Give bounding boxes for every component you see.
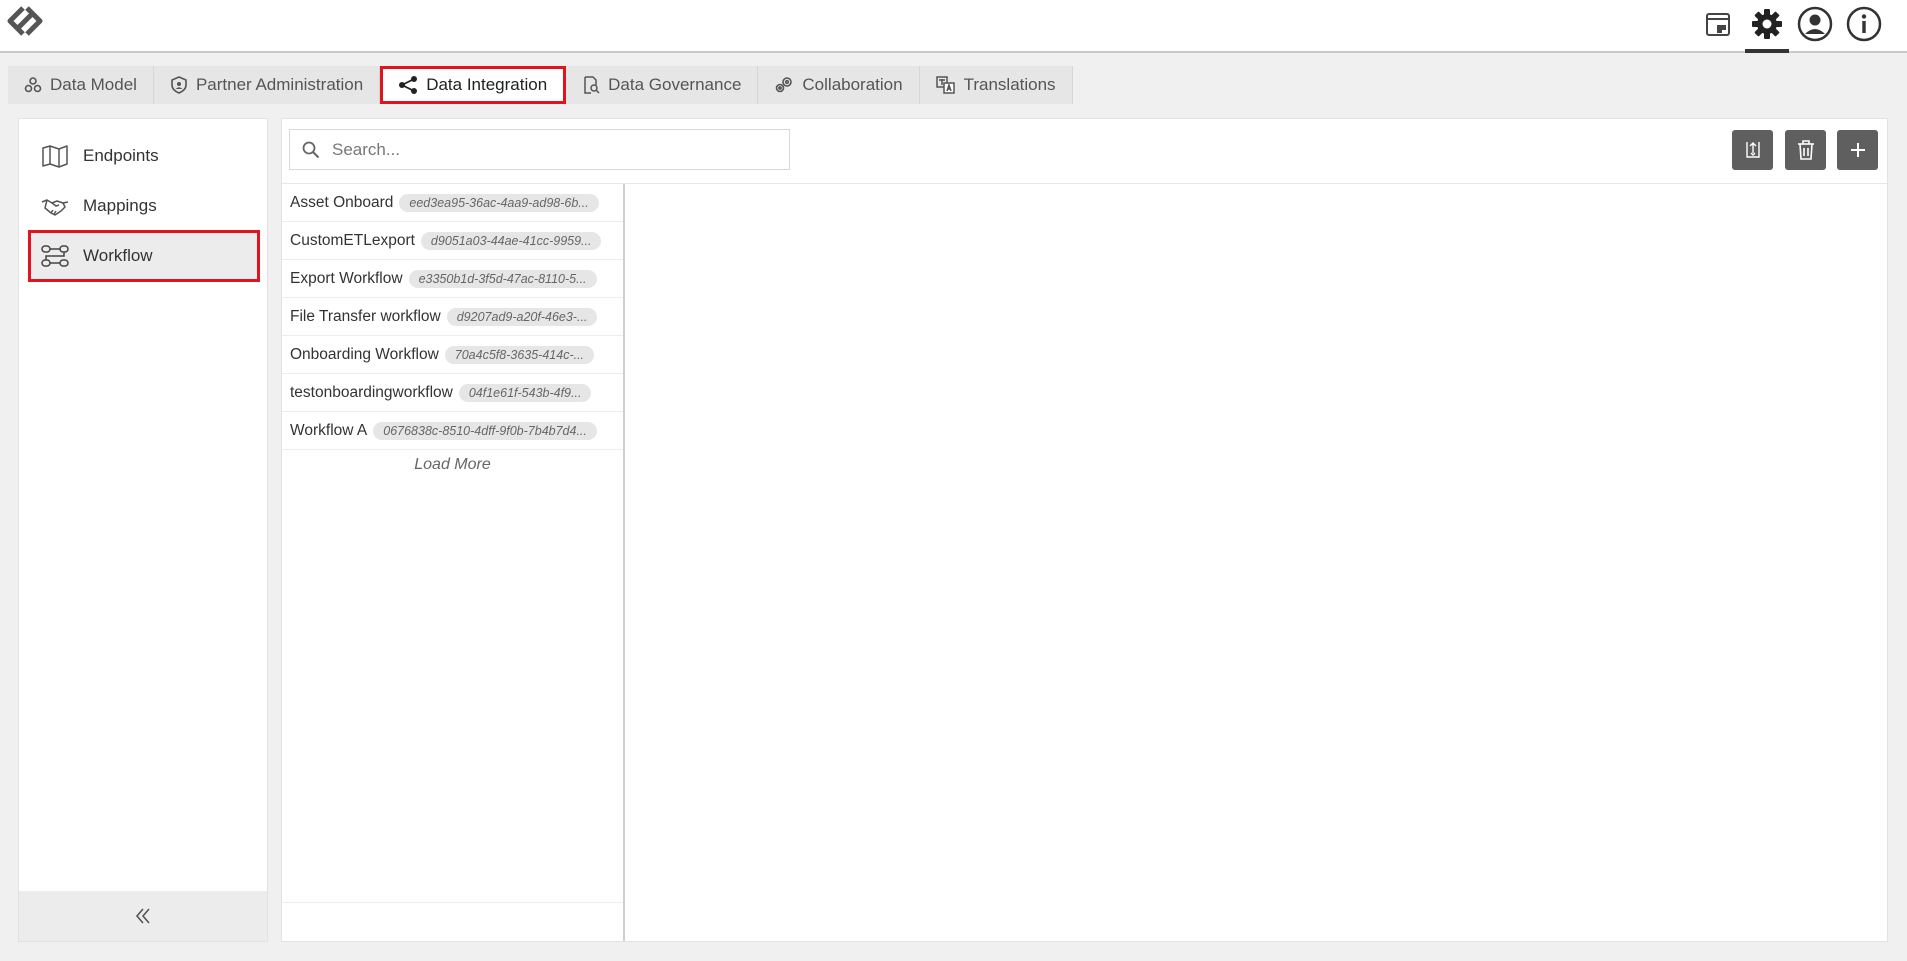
tab-label: Data Model <box>50 75 137 94</box>
sidebar-item-label: Endpoints <box>83 146 159 165</box>
tab-label: Data Governance <box>608 75 742 94</box>
list-item[interactable]: Asset Onboard eed3ea95-36ac-4aa9-ad98-6b… <box>282 184 623 222</box>
app-logo[interactable] <box>2 3 48 41</box>
tab-label: Data Integration <box>426 75 548 94</box>
trash-icon <box>1797 140 1814 160</box>
document-search-icon <box>584 76 600 94</box>
workflow-name: Workflow A <box>290 421 368 439</box>
search-box <box>289 129 790 170</box>
workflow-icon <box>41 245 69 267</box>
workflow-name: File Transfer workflow <box>290 307 441 325</box>
list-item[interactable]: File Transfer workflow d9207ad9-a20f-46e… <box>282 298 623 336</box>
search-input[interactable] <box>332 139 772 160</box>
workflow-id-badge: 70a4c5f8-3635-414c-... <box>444 345 595 364</box>
search-icon <box>302 141 320 158</box>
workflow-id-badge: eed3ea95-36ac-4aa9-ad98-6b... <box>399 193 599 212</box>
sidebar-item-label: Mappings <box>83 196 157 215</box>
list-item[interactable]: Export Workflow e3350b1d-3f5d-47ac-8110-… <box>282 260 623 298</box>
tab-label: Collaboration <box>802 75 903 94</box>
settings-gear-icon[interactable] <box>1745 4 1789 53</box>
tab-data-integration[interactable]: Data Integration <box>380 66 567 104</box>
tab-data-model[interactable]: Data Model <box>8 66 154 104</box>
tab-label: Translations <box>963 75 1056 94</box>
list-item[interactable]: Workflow A 0676838c-8510-4dff-9f0b-7b4b7… <box>282 412 623 450</box>
workflow-id-badge: e3350b1d-3f5d-47ac-8110-5... <box>408 269 597 288</box>
list-item[interactable]: CustomETLexport d9051a03-44ae-41cc-9959.… <box>282 222 623 260</box>
list-footer-divider <box>282 902 623 903</box>
tab-partner-administration[interactable]: Partner Administration <box>154 66 381 104</box>
workflow-name: Onboarding Workflow <box>290 345 439 363</box>
info-icon[interactable] <box>1844 4 1884 44</box>
sync-icon <box>1745 142 1760 158</box>
list-item[interactable]: Onboarding Workflow 70a4c5f8-3635-414c-.… <box>282 336 623 374</box>
sidebar: Endpoints Mappings Workflow <box>18 118 268 942</box>
workflow-id-badge: 0676838c-8510-4dff-9f0b-7b4b7d4... <box>373 421 597 440</box>
workflow-id-badge: 04f1e61f-543b-4f9... <box>458 383 592 402</box>
workflow-name: Export Workflow <box>290 269 403 287</box>
add-button[interactable] <box>1837 130 1878 170</box>
tab-collaboration[interactable]: Collaboration <box>758 66 920 104</box>
workflow-panel: Asset Onboard eed3ea95-36ac-4aa9-ad98-6b… <box>281 118 1888 942</box>
user-account-icon[interactable] <box>1795 4 1835 44</box>
tab-data-governance[interactable]: Data Governance <box>566 66 759 104</box>
sidebar-item-label: Workflow <box>83 246 153 265</box>
refresh-button[interactable] <box>1732 130 1773 170</box>
plus-icon <box>1850 143 1865 157</box>
workflow-name: Asset Onboard <box>290 193 394 211</box>
workflow-list: Asset Onboard eed3ea95-36ac-4aa9-ad98-6b… <box>282 184 625 941</box>
workflow-name: testonboardingworkflow <box>290 383 453 401</box>
handshake-icon <box>41 199 69 216</box>
top-header <box>0 0 1907 53</box>
gears-icon <box>776 77 793 93</box>
tab-translations[interactable]: Translations <box>920 66 1073 104</box>
archive-box-icon[interactable] <box>1698 4 1738 44</box>
list-item[interactable]: testonboardingworkflow 04f1e61f-543b-4f9… <box>282 374 623 412</box>
data-model-icon <box>24 77 42 93</box>
shield-icon <box>171 76 187 94</box>
workflow-id-badge: d9207ad9-a20f-46e3-... <box>446 307 598 326</box>
sidebar-item-endpoints[interactable]: Endpoints <box>29 131 259 181</box>
share-nodes-icon <box>399 76 418 94</box>
main-tab-bar: Data Model Partner Administration Data I… <box>8 66 1073 104</box>
map-icon <box>42 145 68 168</box>
sidebar-item-mappings[interactable]: Mappings <box>29 181 259 231</box>
translate-icon <box>935 76 955 94</box>
sidebar-item-workflow[interactable]: Workflow <box>28 230 260 282</box>
double-chevron-left-icon <box>135 908 150 924</box>
workflow-id-badge: d9051a03-44ae-41cc-9959... <box>420 231 602 250</box>
delete-button[interactable] <box>1785 130 1826 170</box>
tab-label: Partner Administration <box>195 75 364 94</box>
load-more-link[interactable]: Load More <box>282 456 623 474</box>
collapse-sidebar-button[interactable] <box>19 891 267 941</box>
workflow-name: CustomETLexport <box>290 231 415 249</box>
